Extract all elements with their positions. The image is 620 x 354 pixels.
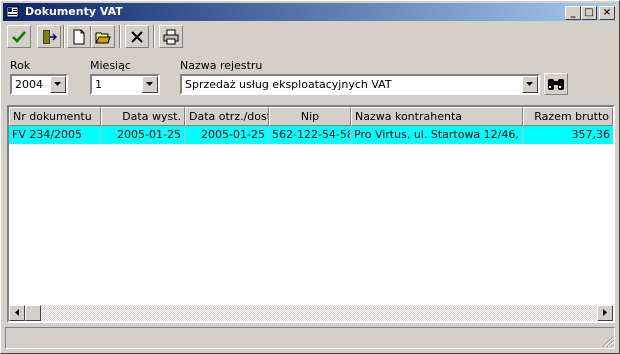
cell-data-otrz: 2005-01-25 bbox=[185, 126, 269, 144]
print-button[interactable] bbox=[159, 25, 183, 48]
search-button[interactable] bbox=[544, 73, 568, 95]
chevron-right-icon bbox=[602, 309, 607, 316]
documents-table[interactable]: Nr dokumentu Data wyst. Data otrz./dost.… bbox=[7, 105, 615, 323]
column-header-nr-dokumentu[interactable]: Nr dokumentu bbox=[9, 107, 101, 126]
close-icon: × bbox=[602, 7, 612, 18]
cell-nr-dokumentu: FV 234/2005 bbox=[9, 126, 101, 144]
chevron-down-icon bbox=[54, 82, 61, 86]
toolbar bbox=[3, 23, 615, 53]
open-folder-icon bbox=[95, 32, 111, 43]
month-select[interactable]: 1 bbox=[90, 74, 160, 95]
year-value: 2004 bbox=[15, 78, 43, 91]
month-value: 1 bbox=[95, 78, 102, 91]
month-dropdown-button[interactable] bbox=[142, 76, 158, 93]
status-bar bbox=[5, 327, 615, 349]
toolbar-separator bbox=[153, 25, 155, 48]
title-bar[interactable]: Dokumenty VAT _ □ × bbox=[3, 3, 615, 21]
cell-data-wyst: 2005-01-25 bbox=[101, 126, 185, 144]
year-label: Rok bbox=[10, 59, 31, 72]
month-label: Miesiąc bbox=[90, 59, 131, 72]
column-header-nip[interactable]: Nip bbox=[269, 107, 351, 126]
register-dropdown-button[interactable] bbox=[522, 76, 538, 93]
delete-x-icon bbox=[131, 30, 143, 43]
minimize-icon: _ bbox=[570, 7, 576, 18]
new-button[interactable] bbox=[67, 25, 91, 48]
scroll-thumb[interactable] bbox=[25, 305, 41, 321]
chevron-down-icon bbox=[146, 82, 153, 86]
dokumenty-vat-window: Dokumenty VAT _ □ × Rok 2004 Miesiąc 1 N… bbox=[0, 0, 620, 354]
accept-button[interactable] bbox=[7, 25, 31, 48]
horizontal-scrollbar[interactable] bbox=[9, 305, 613, 321]
printer-icon bbox=[163, 29, 179, 44]
minimize-button[interactable]: _ bbox=[565, 6, 581, 20]
close-button[interactable]: × bbox=[599, 6, 615, 20]
app-icon bbox=[6, 5, 20, 19]
new-document-icon bbox=[73, 29, 85, 44]
register-value: Sprzedaż usług eksploatacyjnych VAT bbox=[185, 78, 392, 91]
exit-button[interactable] bbox=[37, 25, 61, 48]
register-select[interactable]: Sprzedaż usług eksploatacyjnych VAT bbox=[180, 74, 540, 95]
scroll-right-button[interactable] bbox=[597, 305, 613, 321]
column-header-data-wyst[interactable]: Data wyst. bbox=[101, 107, 185, 126]
year-dropdown-button[interactable] bbox=[50, 76, 66, 93]
window-title: Dokumenty VAT bbox=[25, 5, 123, 18]
maximize-icon: □ bbox=[584, 7, 594, 18]
checkmark-icon bbox=[12, 30, 26, 43]
scroll-left-button[interactable] bbox=[9, 305, 25, 321]
resize-grip-icon[interactable] bbox=[602, 336, 614, 348]
year-select[interactable]: 2004 bbox=[10, 74, 68, 95]
open-button[interactable] bbox=[91, 25, 115, 48]
column-header-nazwa-kontrahenta[interactable]: Nazwa kontrahenta bbox=[351, 107, 523, 126]
binoculars-icon bbox=[548, 79, 564, 90]
toolbar-separator bbox=[63, 25, 65, 48]
cell-nazwa-kontrahenta: Pro Virtus, ul. Startowa 12/46, 20-3 bbox=[351, 126, 523, 144]
cell-razem-brutto: 357,36 bbox=[571, 128, 611, 141]
maximize-button[interactable]: □ bbox=[581, 6, 597, 20]
table-row[interactable]: FV 234/2005 2005-01-25 2005-01-25 562-12… bbox=[9, 126, 613, 144]
column-header-razem-brutto[interactable]: Razem brutto bbox=[523, 107, 613, 126]
column-header-data-otrz[interactable]: Data otrz./dost. bbox=[185, 107, 269, 126]
chevron-down-icon bbox=[526, 82, 533, 86]
delete-button[interactable] bbox=[125, 25, 149, 48]
exit-door-icon bbox=[43, 29, 57, 44]
toolbar-separator bbox=[119, 25, 121, 48]
register-label: Nazwa rejestru bbox=[180, 59, 263, 72]
chevron-left-icon bbox=[14, 309, 19, 316]
cell-nip: 562-122-54-58 bbox=[269, 126, 351, 144]
